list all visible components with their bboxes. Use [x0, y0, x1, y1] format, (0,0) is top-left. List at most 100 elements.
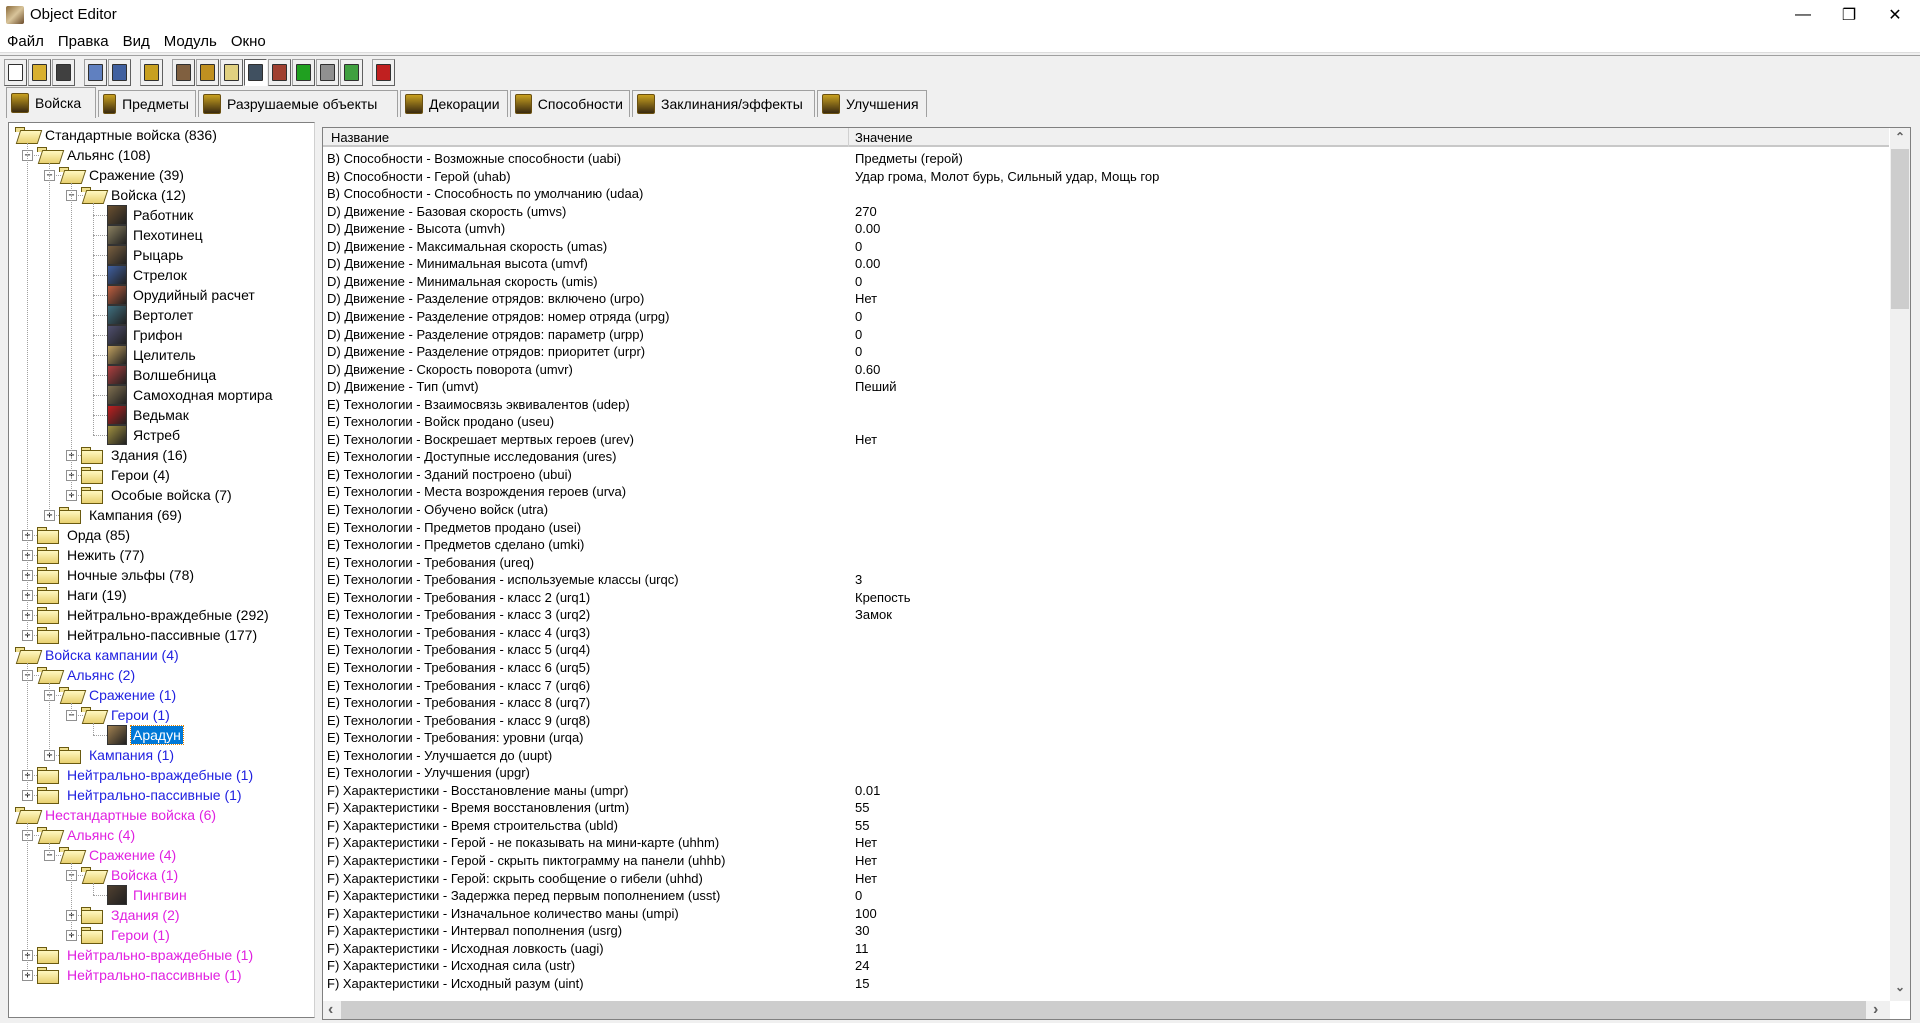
table-row[interactable]: E) Технологии - Требования - класс 7 (ur…: [327, 677, 590, 695]
tree-folder[interactable]: Стандартные войска (836): [9, 125, 309, 145]
tree-folder[interactable]: + Нейтрально-враждебные (1): [9, 945, 309, 965]
table-row[interactable]: F) Характеристики - Время восстановления…: [327, 799, 869, 817]
table-row[interactable]: D) Движение - Минимальная высота (umvf) 0…: [327, 255, 880, 273]
table-row[interactable]: B) Способности - Способность по умолчани…: [327, 185, 643, 203]
tree-unit[interactable]: Пехотинец: [9, 225, 309, 245]
table-row[interactable]: E) Технологии - Улучшения (upgr): [327, 764, 530, 782]
table-row[interactable]: F) Характеристики - Время строительства …: [327, 817, 869, 835]
table-row[interactable]: E) Технологии - Предметов сделано (umki): [327, 536, 584, 554]
tree-folder[interactable]: − Альянс (108): [9, 145, 309, 165]
menu-item[interactable]: Вид: [116, 30, 157, 50]
table-row[interactable]: E) Технологии - Обучено войск (utra): [327, 501, 548, 519]
tree-folder[interactable]: + Кампания (69): [9, 505, 309, 525]
tree-unit[interactable]: Пингвин: [9, 885, 309, 905]
tree-folder[interactable]: − Войска (12): [9, 185, 309, 205]
table-row[interactable]: E) Технологии - Войск продано (useu): [327, 413, 554, 431]
menu-item[interactable]: Файл: [0, 30, 51, 50]
table-row[interactable]: D) Движение - Разделение отрядов: параме…: [327, 326, 862, 344]
save-button[interactable]: [52, 59, 75, 86]
tree-folder[interactable]: + Герои (4): [9, 465, 309, 485]
table-row[interactable]: E) Технологии - Требования (ureq): [327, 554, 534, 572]
table-row[interactable]: E) Технологии - Требования - класс 2 (ur…: [327, 589, 911, 607]
horizontal-scroll-thumb[interactable]: [341, 1001, 1866, 1019]
property-value[interactable]: Нет: [855, 852, 877, 869]
tree-folder[interactable]: + Здания (2): [9, 905, 309, 925]
terrain-button[interactable]: [172, 59, 195, 86]
menu-item[interactable]: Модуль: [157, 30, 224, 50]
tree-folder[interactable]: + Нейтрально-враждебные (292): [9, 605, 309, 625]
tree-folder[interactable]: Войска кампании (4): [9, 645, 309, 665]
units-button[interactable]: [140, 59, 163, 86]
property-value[interactable]: Замок: [855, 606, 892, 623]
tree-folder[interactable]: − Герои (1): [9, 705, 309, 725]
property-value[interactable]: Удар грома, Молот бурь, Сильный удар, Мо…: [855, 168, 1159, 185]
tree-unit[interactable]: Рыцарь: [9, 245, 309, 265]
tree-unit[interactable]: Ведьмак: [9, 405, 309, 425]
tree-unit[interactable]: Стрелок: [9, 265, 309, 285]
test-map-button[interactable]: [372, 59, 395, 86]
tree-unit[interactable]: Вертолет: [9, 305, 309, 325]
object-editor-button[interactable]: [244, 59, 267, 86]
property-value[interactable]: Крепость: [855, 589, 911, 606]
table-row[interactable]: E) Технологии - Улучшается до (uupt): [327, 747, 552, 765]
copy-button[interactable]: [84, 59, 107, 86]
property-value[interactable]: 55: [855, 817, 869, 834]
table-row[interactable]: F) Характеристики - Герой - скрыть пикто…: [327, 852, 877, 870]
tree-folder[interactable]: − Альянс (2): [9, 665, 309, 685]
table-row[interactable]: F) Характеристики - Интервал пополнения …: [327, 922, 869, 940]
minimize-button[interactable]: —: [1780, 0, 1826, 30]
table-row[interactable]: D) Движение - Максимальная скорость (uma…: [327, 238, 862, 256]
table-row[interactable]: D) Движение - Высота (umvh) 0.00: [327, 220, 880, 238]
property-value[interactable]: 30: [855, 922, 869, 939]
tree-folder[interactable]: − Альянс (4): [9, 825, 309, 845]
table-row[interactable]: E) Технологии - Требования - класс 4 (ur…: [327, 624, 590, 642]
property-value[interactable]: 0: [855, 326, 862, 343]
menu-item[interactable]: Окно: [224, 30, 273, 50]
campaign-button[interactable]: [268, 59, 291, 86]
scroll-up-icon[interactable]: ⌃: [1895, 130, 1905, 144]
table-row[interactable]: D) Движение - Разделение отрядов: номер …: [327, 308, 862, 326]
tab-3[interactable]: Декорации: [400, 90, 508, 117]
scroll-down-icon[interactable]: ⌄: [1895, 980, 1905, 994]
tab-1[interactable]: Предметы: [98, 90, 196, 117]
table-row[interactable]: D) Движение - Скорость поворота (umvr) 0.…: [327, 361, 880, 379]
tree-folder[interactable]: − Сражение (39): [9, 165, 309, 185]
tree-unit[interactable]: Орудийный расчет: [9, 285, 309, 305]
property-value[interactable]: 270: [855, 203, 877, 220]
table-row[interactable]: F) Характеристики - Герой - не показыват…: [327, 834, 877, 852]
vertical-scroll-thumb[interactable]: [1891, 149, 1909, 309]
paste-button[interactable]: [108, 59, 131, 86]
tree-folder[interactable]: + Нежить (77): [9, 545, 309, 565]
table-row[interactable]: F) Характеристики - Исходная ловкость (u…: [327, 940, 869, 958]
property-value[interactable]: 0: [855, 238, 862, 255]
table-row[interactable]: E) Технологии - Требования - используемы…: [327, 571, 862, 589]
table-row[interactable]: F) Характеристики - Исходный разум (uint…: [327, 975, 869, 993]
table-row[interactable]: E) Технологии - Доступные исследования (…: [327, 448, 617, 466]
tree-unit[interactable]: Ястреб: [9, 425, 309, 445]
open-folder-button[interactable]: [28, 59, 51, 86]
table-row[interactable]: E) Технологии - Требования - класс 3 (ur…: [327, 606, 892, 624]
properties-grid[interactable]: Название Значение B) Способности - Возмо…: [322, 127, 1911, 1020]
property-value[interactable]: 0: [855, 887, 862, 904]
new-file-button[interactable]: [4, 59, 27, 86]
table-row[interactable]: D) Движение - Тип (umvt) Пеший: [327, 378, 897, 396]
table-row[interactable]: F) Характеристики - Изначальное количест…: [327, 905, 877, 923]
table-row[interactable]: F) Характеристики - Восстановление маны …: [327, 782, 880, 800]
tree-unit[interactable]: Волшебница: [9, 365, 309, 385]
tree-folder[interactable]: + Кампания (1): [9, 745, 309, 765]
tree-folder[interactable]: − Войска (1): [9, 865, 309, 885]
column-header-value[interactable]: Значение: [855, 130, 913, 145]
property-value[interactable]: 24: [855, 957, 869, 974]
tree-folder[interactable]: + Герои (1): [9, 925, 309, 945]
ai-button[interactable]: [292, 59, 315, 86]
table-row[interactable]: D) Движение - Разделение отрядов: включе…: [327, 290, 877, 308]
table-row[interactable]: E) Технологии - Взаимосвязь эквивалентов…: [327, 396, 630, 414]
table-row[interactable]: E) Технологии - Требования - класс 9 (ur…: [327, 712, 590, 730]
tree-folder[interactable]: − Сражение (4): [9, 845, 309, 865]
table-row[interactable]: D) Движение - Разделение отрядов: приори…: [327, 343, 862, 361]
property-value[interactable]: 15: [855, 975, 869, 992]
scroll-right-icon[interactable]: ›: [1873, 1001, 1878, 1019]
property-value[interactable]: 0.60: [855, 361, 880, 378]
property-value[interactable]: 0.00: [855, 220, 880, 237]
property-value[interactable]: 0: [855, 343, 862, 360]
